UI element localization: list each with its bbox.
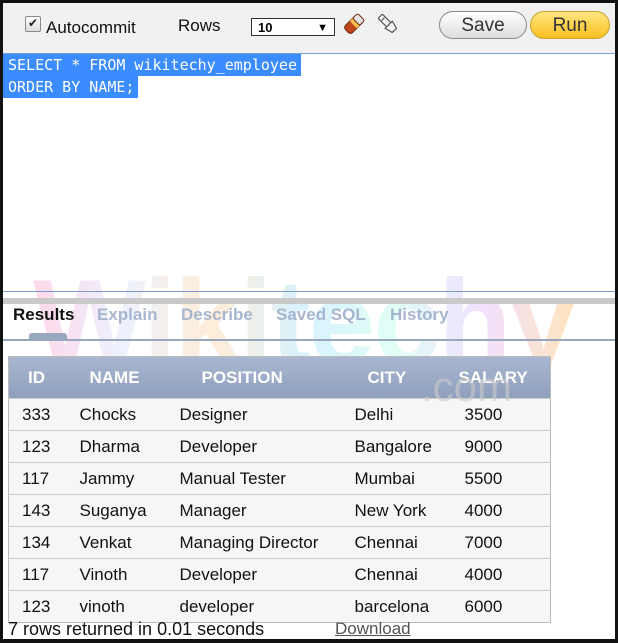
tab-results[interactable]: Results — [13, 305, 74, 325]
cell-id: 143 — [8, 494, 72, 527]
resize-bar[interactable] — [3, 298, 615, 304]
cell-position: Designer — [171, 398, 347, 431]
tabs-underline — [3, 339, 615, 341]
table-row: 143 Suganya Manager New York 4000 — [8, 494, 551, 527]
cell-city: Delhi — [346, 398, 457, 431]
cell-position: Manager — [171, 494, 347, 527]
cell-salary: 7000 — [456, 526, 551, 559]
autocommit-checkbox[interactable]: ✔ — [25, 16, 41, 32]
cell-name: Venkat — [71, 526, 172, 559]
sql-editor[interactable]: SELECT * FROM wikitechy_employee ORDER B… — [3, 54, 615, 290]
table-row: 117 Vinoth Developer Chennai 4000 — [8, 558, 551, 591]
cell-name: vinoth — [71, 590, 172, 623]
cell-id: 333 — [8, 398, 72, 431]
tab-saved-sql[interactable]: Saved SQL — [276, 305, 366, 325]
save-button[interactable]: Save — [439, 11, 527, 39]
cell-position: developer — [171, 590, 347, 623]
cell-salary: 9000 — [456, 430, 551, 463]
column-header-id: ID — [28, 367, 45, 387]
cell-position: Developer — [171, 558, 347, 591]
run-button[interactable]: Run — [530, 11, 610, 39]
autocommit-label: Autocommit — [46, 18, 136, 37]
download-link[interactable]: Download — [335, 619, 411, 639]
column-header-name: NAME — [89, 367, 140, 387]
table-row: 134 Venkat Managing Director Chennai 7000 — [8, 526, 551, 559]
column-header-city: CITY — [367, 367, 407, 387]
cell-name: Chocks — [71, 398, 172, 431]
eraser-icon[interactable] — [341, 11, 367, 37]
cell-salary: 4000 — [456, 494, 551, 527]
tab-explain[interactable]: Explain — [97, 305, 157, 325]
cell-city: Bangalore — [346, 430, 457, 463]
cell-name: Vinoth — [71, 558, 172, 591]
cell-position: Manual Tester — [171, 462, 347, 495]
table-row: 123 vinoth developer barcelona 6000 — [8, 590, 551, 623]
cell-id: 134 — [8, 526, 72, 559]
table-row: 117 Jammy Manual Tester Mumbai 5500 — [8, 462, 551, 495]
rows-select[interactable]: 10 ▼ — [251, 18, 335, 36]
cell-city: barcelona — [346, 590, 457, 623]
cell-salary: 3500 — [456, 398, 551, 431]
editor-divider — [3, 291, 615, 292]
sql-line: SELECT * FROM wikitechy_employee — [3, 54, 301, 76]
cell-id: 123 — [8, 590, 72, 623]
rows-select-value: 10 — [258, 20, 273, 35]
cell-salary: 4000 — [456, 558, 551, 591]
cell-id: 117 — [8, 462, 72, 495]
cell-city: New York — [346, 494, 457, 527]
cell-city: Chennai — [346, 558, 457, 591]
sql-workshop-window: ✔ Autocommit Rows 10 ▼ Save Run SELECT *… — [0, 0, 618, 643]
cell-id: 117 — [8, 558, 72, 591]
cell-position: Managing Director — [171, 526, 347, 559]
column-header-position: POSITION — [201, 367, 283, 387]
status-text: 7 rows returned in 0.01 seconds — [8, 619, 265, 639]
rows-label: Rows — [178, 16, 221, 35]
cell-name: Dharma — [71, 430, 172, 463]
tab-describe[interactable]: Describe — [181, 305, 253, 325]
column-header-salary: SALARY — [458, 367, 528, 387]
cell-salary: 6000 — [456, 590, 551, 623]
sql-line: ORDER BY NAME; — [3, 76, 139, 98]
table-header-row: ID NAME POSITION CITY SALARY — [8, 356, 551, 399]
cell-position: Developer — [171, 430, 347, 463]
tab-history[interactable]: History — [390, 305, 449, 325]
table-row: 333 Chocks Designer Delhi 3500 — [8, 398, 551, 431]
cell-salary: 5500 — [456, 462, 551, 495]
cell-city: Chennai — [346, 526, 457, 559]
results-table: ID NAME POSITION CITY SALARY 333 Chocks De… — [8, 356, 551, 623]
dropdown-arrow-icon: ▼ — [317, 22, 328, 34]
cell-city: Mumbai — [346, 462, 457, 495]
toolbar: ✔ Autocommit Rows 10 ▼ Save Run — [3, 3, 615, 54]
table-row: 123 Dharma Developer Bangalore 9000 — [8, 430, 551, 463]
cell-name: Jammy — [71, 462, 172, 495]
flashlight-icon[interactable] — [375, 11, 401, 37]
cell-id: 123 — [8, 430, 72, 463]
cell-name: Suganya — [71, 494, 172, 527]
